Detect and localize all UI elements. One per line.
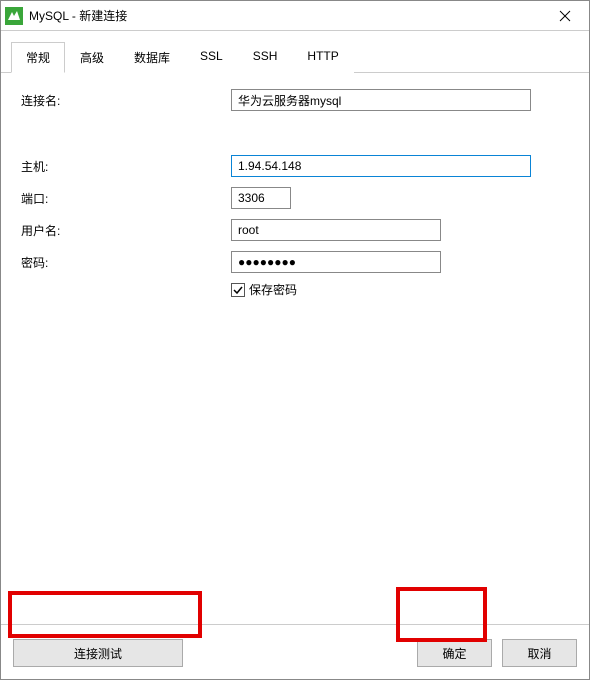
app-icon bbox=[5, 7, 23, 25]
dialog-footer: 连接测试 确定 取消 bbox=[1, 624, 589, 679]
input-connection-name[interactable] bbox=[231, 89, 531, 111]
window-title: MySQL - 新建连接 bbox=[29, 7, 545, 24]
label-connection-name: 连接名: bbox=[21, 92, 231, 109]
row-password: 密码: bbox=[21, 249, 569, 275]
tab-ssh[interactable]: SSH bbox=[238, 42, 293, 73]
row-host: 主机: bbox=[21, 153, 569, 179]
input-password[interactable] bbox=[231, 251, 441, 273]
titlebar: MySQL - 新建连接 bbox=[1, 1, 589, 31]
tab-database[interactable]: 数据库 bbox=[119, 42, 185, 73]
label-user: 用户名: bbox=[21, 222, 231, 239]
form-content: 连接名: 主机: 端口: 用户名: 密码: 保存密码 bbox=[1, 73, 589, 624]
label-save-password: 保存密码 bbox=[249, 281, 297, 298]
close-icon bbox=[559, 10, 571, 22]
close-button[interactable] bbox=[545, 2, 585, 30]
input-host[interactable] bbox=[231, 155, 531, 177]
label-password: 密码: bbox=[21, 254, 231, 271]
checkbox-save-password[interactable] bbox=[231, 283, 245, 297]
tab-bar: 常规 高级 数据库 SSL SSH HTTP bbox=[1, 31, 589, 73]
row-port: 端口: bbox=[21, 185, 569, 211]
dialog-window: MySQL - 新建连接 常规 高级 数据库 SSL SSH HTTP 连接名:… bbox=[0, 0, 590, 680]
ok-button[interactable]: 确定 bbox=[417, 639, 492, 667]
tab-advanced[interactable]: 高级 bbox=[65, 42, 119, 73]
row-connection-name: 连接名: bbox=[21, 87, 569, 113]
input-port[interactable] bbox=[231, 187, 291, 209]
tab-ssl[interactable]: SSL bbox=[185, 42, 238, 73]
label-host: 主机: bbox=[21, 158, 231, 175]
tab-http[interactable]: HTTP bbox=[292, 42, 353, 73]
label-port: 端口: bbox=[21, 190, 231, 207]
tab-general[interactable]: 常规 bbox=[11, 42, 65, 73]
test-connection-button[interactable]: 连接测试 bbox=[13, 639, 183, 667]
input-user[interactable] bbox=[231, 219, 441, 241]
row-save-password: 保存密码 bbox=[231, 281, 569, 298]
check-icon bbox=[233, 285, 243, 295]
row-user: 用户名: bbox=[21, 217, 569, 243]
cancel-button[interactable]: 取消 bbox=[502, 639, 577, 667]
